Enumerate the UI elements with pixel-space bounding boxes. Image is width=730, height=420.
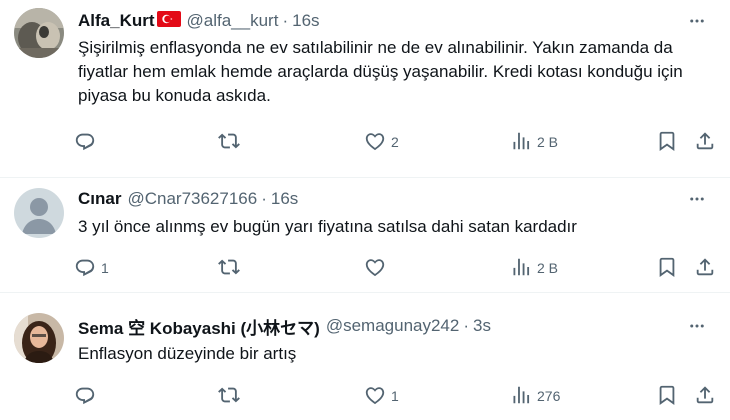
bookmark-icon	[656, 256, 678, 281]
share-icon	[694, 130, 716, 155]
share-icon	[694, 256, 716, 281]
more-icon[interactable]	[682, 11, 712, 31]
reply-item[interactable]: Sema 空 Kobayashi (小林セマ) @semagunay242 · …	[0, 293, 730, 420]
like-button[interactable]	[364, 255, 391, 281]
timestamp[interactable]: 3s	[473, 316, 491, 336]
reply-button[interactable]	[74, 129, 101, 155]
like-icon	[364, 130, 386, 155]
share-button[interactable]	[694, 255, 716, 281]
display-name[interactable]: Cınar	[78, 189, 121, 209]
display-name[interactable]: Sema 空 Kobayashi (小林セマ)	[78, 314, 320, 339]
share-button[interactable]	[694, 383, 716, 409]
avatar[interactable]	[14, 8, 64, 58]
timestamp[interactable]: 16s	[292, 11, 319, 31]
views-icon	[510, 130, 532, 155]
reply-icon	[74, 384, 96, 409]
bookmark-button[interactable]	[656, 383, 678, 409]
reply-text: 3 yıl önce alınmş ev bugün yarı fiyatına…	[78, 217, 577, 236]
retweet-button[interactable]	[218, 129, 245, 155]
reply-header: Sema 空 Kobayashi (小林セマ) @semagunay242 · …	[78, 314, 670, 338]
separator-dot: ·	[261, 189, 267, 208]
like-button[interactable]: 1	[364, 383, 399, 409]
like-icon	[364, 256, 386, 281]
bookmark-icon	[656, 384, 678, 409]
views-count: 276	[537, 388, 561, 404]
reply-count: 1	[101, 260, 109, 276]
display-name[interactable]: Alfa_Kurt	[78, 11, 155, 31]
views-count: 2 B	[537, 134, 559, 150]
bookmark-button[interactable]	[656, 129, 678, 155]
reply-item[interactable]: Alfa_Kurt @alfa__kurt · 16s Şişirilmiş e…	[0, 0, 730, 178]
retweet-icon	[218, 130, 240, 155]
avatar[interactable]	[14, 188, 64, 238]
user-handle[interactable]: @Cnar73627166	[127, 189, 257, 209]
like-count: 1	[391, 388, 399, 404]
views-button[interactable]: 2 B	[510, 129, 558, 155]
share-icon	[694, 384, 716, 409]
reply-header: Alfa_Kurt @alfa__kurt · 16s	[78, 9, 670, 33]
reply-icon	[74, 130, 96, 155]
bookmark-icon	[656, 130, 678, 155]
reply-text: Şişirilmiş enflasyonda ne ev satılabilin…	[78, 38, 683, 105]
bookmark-button[interactable]	[656, 255, 678, 281]
user-handle[interactable]: @alfa__kurt	[187, 11, 279, 31]
retweet-icon	[218, 256, 240, 281]
action-bar: 1 2 B	[74, 255, 724, 281]
like-button[interactable]: 2	[364, 129, 399, 155]
retweet-icon	[218, 384, 240, 409]
reply-button[interactable]: 1	[74, 255, 109, 281]
timestamp[interactable]: 16s	[271, 189, 298, 209]
more-icon[interactable]	[682, 316, 712, 336]
retweet-button[interactable]	[218, 255, 245, 281]
action-bar: 1 276	[74, 383, 724, 409]
retweet-button[interactable]	[218, 383, 245, 409]
avatar[interactable]	[14, 313, 64, 363]
views-icon	[510, 384, 532, 409]
reply-button[interactable]	[74, 383, 101, 409]
reply-header: Cınar @Cnar73627166 · 16s	[78, 187, 670, 211]
share-button[interactable]	[694, 129, 716, 155]
like-icon	[364, 384, 386, 409]
reply-icon	[74, 256, 96, 281]
turkish-flag-icon	[156, 10, 181, 32]
separator-dot: ·	[282, 11, 289, 30]
reply-text: Enflasyon düzeyinde bir artış	[78, 344, 297, 363]
views-icon	[510, 256, 532, 281]
more-icon[interactable]	[682, 189, 712, 209]
views-count: 2 B	[537, 260, 559, 276]
views-button[interactable]: 2 B	[510, 255, 558, 281]
action-bar: 2 2 B	[74, 129, 724, 155]
separator-dot: ·	[463, 316, 470, 335]
reply-item[interactable]: Cınar @Cnar73627166 · 16s 3 yıl önce alı…	[0, 178, 730, 293]
user-handle[interactable]: @semagunay242	[326, 316, 460, 336]
views-button[interactable]: 276	[510, 383, 560, 409]
like-count: 2	[391, 134, 399, 150]
